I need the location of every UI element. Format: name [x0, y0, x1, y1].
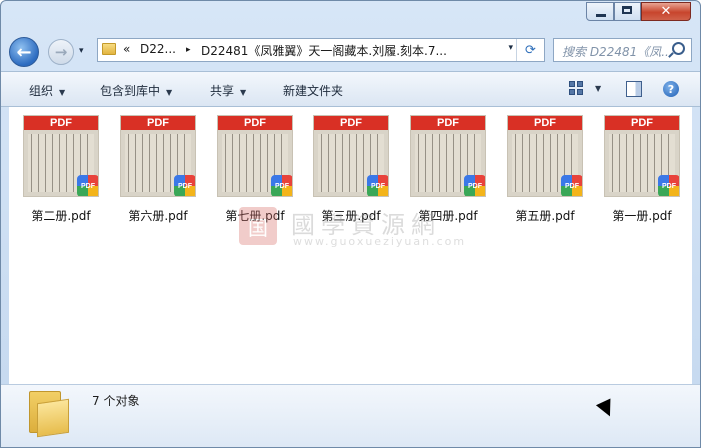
share-menu[interactable]: 共享 ▼ [210, 82, 246, 99]
caret-down-icon: ▼ [166, 88, 173, 97]
new-folder-button[interactable]: 新建文件夹 [283, 82, 343, 99]
pdf-label: PDF [605, 116, 679, 130]
view-dropdown-icon[interactable]: ▼ [595, 84, 601, 93]
pdf-thumbnail: PDF PDF [313, 115, 389, 197]
item-count: 7 个对象 [92, 394, 140, 408]
file-name: 第二册.pdf [31, 209, 91, 223]
share-label: 共享 [210, 84, 235, 98]
file-name: 第一册.pdf [612, 209, 672, 223]
command-bar: 组织 ▼ 包含到库中 ▼ 共享 ▼ 新建文件夹 ▼ ? [1, 71, 700, 107]
arrow-left-icon: ← [16, 41, 32, 63]
maximize-icon [622, 6, 632, 14]
search-input[interactable]: 搜索 D22481《凤... [553, 38, 692, 62]
view-options-icon[interactable] [569, 81, 585, 97]
preview-pane-icon[interactable] [626, 81, 642, 97]
file-name: 第五册.pdf [515, 209, 575, 223]
file-item[interactable]: PDF PDF 第二册.pdf [17, 115, 105, 223]
file-list-area[interactable]: PDF PDF 第二册.pdf PDF PDF 第六册.pdf PDF PDF … [9, 107, 692, 384]
badge-label: PDF [275, 182, 289, 190]
search-icon [672, 42, 685, 55]
title-bar: ✕ [1, 1, 700, 31]
organize-label: 组织 [29, 84, 54, 98]
badge-label: PDF [662, 182, 676, 190]
pdf-app-icon: PDF [658, 175, 679, 196]
pdf-thumbnail: PDF PDF [507, 115, 583, 197]
watermark-url: www.guoxueziyuan.com [293, 235, 467, 248]
file-item[interactable]: PDF PDF 第三册.pdf [307, 115, 395, 223]
pdf-thumbnail: PDF PDF [217, 115, 293, 197]
badge-label: PDF [81, 182, 95, 190]
breadcrumb-parent[interactable]: D22... [140, 42, 176, 56]
pdf-label: PDF [218, 116, 292, 130]
pdf-label: PDF [314, 116, 388, 130]
badge-label: PDF [178, 182, 192, 190]
caret-down-icon: ▼ [240, 88, 247, 97]
search-placeholder: 搜索 D22481《凤... [562, 45, 672, 59]
help-icon[interactable]: ? [663, 81, 679, 97]
arrow-right-icon: → [54, 43, 68, 61]
pdf-app-icon: PDF [77, 175, 98, 196]
include-in-library-menu[interactable]: 包含到库中 ▼ [100, 82, 172, 99]
pdf-app-icon: PDF [464, 175, 485, 196]
pdf-label: PDF [121, 116, 195, 130]
navigation-row: ← → ▾ « D22... ▸ D22481《凤雅翼》天一阁藏本.刘履.刻本.… [1, 31, 700, 71]
breadcrumb-current[interactable]: D22481《凤雅翼》天一阁藏本.刘履.刻本.7... [201, 42, 447, 59]
pdf-app-icon: PDF [367, 175, 388, 196]
badge-label: PDF [468, 182, 482, 190]
pdf-thumbnail: PDF PDF [604, 115, 680, 197]
breadcrumb-separator[interactable]: ▸ [186, 45, 191, 55]
file-item[interactable]: PDF PDF 第七册.pdf [211, 115, 299, 223]
folder-icon [102, 43, 116, 55]
file-item[interactable]: PDF PDF 第六册.pdf [114, 115, 202, 223]
include-library-label: 包含到库中 [100, 84, 161, 98]
file-item[interactable]: PDF PDF 第五册.pdf [501, 115, 589, 223]
badge-label: PDF [565, 182, 579, 190]
back-button[interactable]: ← [9, 37, 39, 67]
address-dropdown-icon[interactable]: ▾ [508, 43, 513, 53]
pdf-label: PDF [508, 116, 582, 130]
file-item[interactable]: PDF PDF 第四册.pdf [404, 115, 492, 223]
close-button[interactable]: ✕ [641, 2, 691, 21]
pdf-app-icon: PDF [271, 175, 292, 196]
pdf-app-icon: PDF [174, 175, 195, 196]
badge-label: PDF [371, 182, 385, 190]
caret-down-icon: ▼ [59, 88, 66, 97]
file-name: 第六册.pdf [128, 209, 188, 223]
maximize-button[interactable] [614, 2, 641, 21]
address-bar[interactable]: « D22... ▸ D22481《凤雅翼》天一阁藏本.刘履.刻本.7... ▾… [97, 38, 545, 62]
forward-button[interactable]: → [48, 39, 74, 65]
pdf-app-icon: PDF [561, 175, 582, 196]
mouse-cursor-icon [597, 400, 617, 420]
file-item[interactable]: PDF PDF 第一册.pdf [598, 115, 686, 223]
recent-pages-dropdown[interactable]: ▾ [79, 46, 84, 56]
minimize-icon [596, 14, 606, 17]
folder-icon [29, 391, 71, 438]
pdf-label: PDF [24, 116, 98, 130]
watermark-seal-icon: 国 [239, 207, 277, 245]
refresh-button[interactable]: ⟳ [516, 39, 544, 61]
explorer-window: ✕ ← → ▾ « D22... ▸ D22481《凤雅翼》天一阁藏本.刘履.刻… [0, 0, 701, 448]
details-pane: 7 个对象 [1, 384, 700, 447]
organize-menu[interactable]: 组织 ▼ [29, 82, 65, 99]
pdf-thumbnail: PDF PDF [410, 115, 486, 197]
minimize-button[interactable] [586, 2, 614, 21]
breadcrumb-overflow[interactable]: « [123, 42, 130, 56]
refresh-icon: ⟳ [525, 42, 536, 58]
pdf-label: PDF [411, 116, 485, 130]
pdf-thumbnail: PDF PDF [23, 115, 99, 197]
pdf-thumbnail: PDF PDF [120, 115, 196, 197]
close-icon: ✕ [660, 4, 672, 19]
